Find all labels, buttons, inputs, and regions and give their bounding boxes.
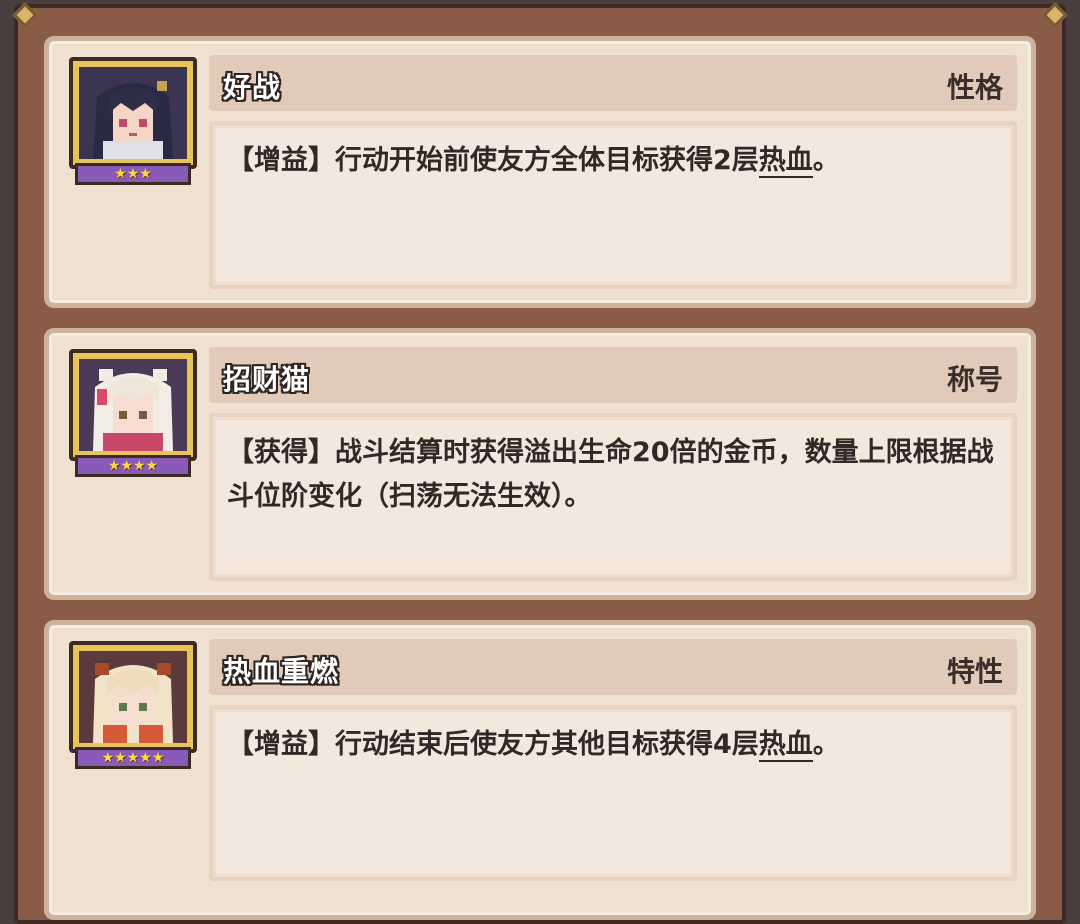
character-portrait-icon bbox=[79, 67, 187, 159]
star-icon: ★★★ bbox=[114, 166, 152, 182]
trait-description: 【获得】战斗结算时获得溢出生命20倍的金币，数量上限根据战斗位阶变化（扫荡无法生… bbox=[227, 431, 995, 519]
trait-name: 好战 bbox=[223, 71, 282, 104]
description-text: 【增益】行动结束后使友方其他目标获得4层 bbox=[227, 729, 759, 760]
portrait-frame bbox=[69, 57, 197, 169]
star-icon: ★★★★★ bbox=[101, 750, 165, 766]
keyword-link[interactable]: 热血 bbox=[758, 145, 813, 178]
trait-category: 特性 bbox=[946, 655, 1003, 688]
trait-name: 招财猫 bbox=[223, 363, 311, 396]
description-text: 【获得】战斗结算时获得溢出生命20倍的金币，数量上限根据战斗位阶变化（扫荡无法生… bbox=[227, 437, 994, 512]
character-portrait-icon bbox=[79, 651, 187, 743]
portrait-frame bbox=[69, 641, 197, 753]
description-end: 。 bbox=[812, 729, 840, 760]
trait-card-1[interactable]: ★★★ 好战 性格 【增益】行动开始前使友方全体目标获得2层热血。 bbox=[44, 36, 1036, 308]
trait-card-2[interactable]: ★★★★ 招财猫 称号 【获得】战斗结算时获得溢出生命20倍的金币，数量上限根据… bbox=[44, 328, 1036, 600]
portrait-frame bbox=[69, 349, 197, 461]
card-title-bar: 热血重燃 特性 bbox=[209, 639, 1017, 695]
trait-category: 性格 bbox=[946, 71, 1003, 104]
description-box: 【获得】战斗结算时获得溢出生命20倍的金币，数量上限根据战斗位阶变化（扫荡无法生… bbox=[209, 413, 1017, 581]
rarity-star-bar: ★★★★ bbox=[75, 455, 191, 477]
keyword-link[interactable]: 热血 bbox=[758, 729, 813, 762]
description-end: 。 bbox=[812, 145, 840, 176]
trait-description: 【增益】行动开始前使友方全体目标获得2层热血。 bbox=[227, 139, 995, 183]
rarity-star-bar: ★★★ bbox=[75, 163, 191, 185]
character-portrait[interactable]: ★★★★★ bbox=[69, 641, 197, 773]
rarity-star-bar: ★★★★★ bbox=[75, 747, 191, 769]
star-icon: ★★★★ bbox=[107, 458, 159, 474]
trait-description: 【增益】行动结束后使友方其他目标获得4层热血。 bbox=[227, 723, 995, 767]
character-portrait-icon bbox=[79, 359, 187, 451]
description-box: 【增益】行动结束后使友方其他目标获得4层热血。 bbox=[209, 705, 1017, 881]
trait-card-3[interactable]: ★★★★★ 热血重燃 特性 【增益】行动结束后使友方其他目标获得4层热血。 bbox=[44, 620, 1036, 920]
character-portrait[interactable]: ★★★ bbox=[69, 57, 197, 189]
card-title-bar: 好战 性格 bbox=[209, 55, 1017, 111]
description-box: 【增益】行动开始前使友方全体目标获得2层热血。 bbox=[209, 121, 1017, 289]
character-portrait[interactable]: ★★★★ bbox=[69, 349, 197, 481]
card-title-bar: 招财猫 称号 bbox=[209, 347, 1017, 403]
trait-category: 称号 bbox=[946, 363, 1003, 396]
trait-name: 热血重燃 bbox=[223, 655, 340, 688]
description-text: 【增益】行动开始前使友方全体目标获得2层 bbox=[227, 145, 759, 176]
